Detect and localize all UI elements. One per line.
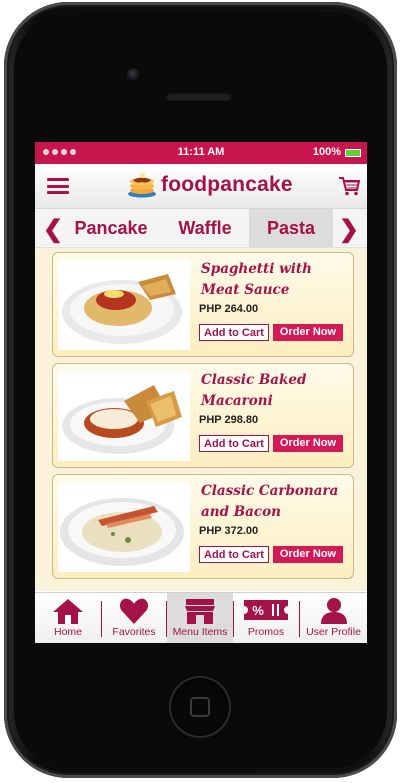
menu-card: Classic Carbonara and Bacon PHP 372.00 A…: [52, 474, 354, 579]
chevron-left-icon[interactable]: ❮: [43, 215, 63, 244]
order-now-button[interactable]: Order Now: [273, 324, 343, 341]
user-icon: [320, 598, 347, 624]
dish-price: PHP 372.00: [199, 525, 259, 537]
battery-percentage: 100%: [312, 146, 341, 158]
baked-macaroni-photo: [58, 371, 190, 461]
tabbar-label: Promos: [247, 626, 285, 638]
dish-name: Spaghetti with Meat Sauce: [201, 261, 312, 298]
tabbar-home[interactable]: Home: [35, 593, 101, 643]
camera-icon: [127, 68, 141, 82]
order-now-button[interactable]: Order Now: [273, 435, 343, 452]
tabbar-user-profile[interactable]: User Profile: [300, 593, 367, 643]
tabbar-label: Home: [53, 626, 82, 638]
dish-name: Classic Carbonara and Bacon: [201, 483, 339, 520]
store-icon: [185, 599, 215, 624]
chevron-right-icon[interactable]: ❯: [339, 215, 359, 244]
dish-name: Classic Baked Macaroni: [201, 372, 307, 409]
tabbar-menu-items[interactable]: Menu Items: [167, 593, 233, 643]
add-to-cart-button[interactable]: Add to Cart: [199, 546, 269, 563]
menu-list: Spaghetti with Meat Sauce PHP 264.00 Add…: [35, 248, 367, 591]
cart-icon[interactable]: [338, 175, 360, 197]
dish-price: PHP 264.00: [199, 303, 259, 315]
heart-icon: [119, 598, 149, 624]
tabbar-label: Favorites: [112, 626, 156, 638]
menu-card: Spaghetti with Meat Sauce PHP 264.00 Add…: [52, 252, 354, 357]
tab-pasta[interactable]: Pasta: [249, 209, 333, 247]
speaker-grille: [166, 92, 232, 101]
home-icon: [53, 599, 83, 624]
ticket-icon: %: [244, 600, 288, 620]
carbonara-photo: [58, 482, 190, 572]
home-button-icon: [190, 697, 210, 717]
bottom-tab-bar: Home Favorites Menu Items % Promos User …: [35, 592, 367, 643]
spaghetti-photo: [58, 260, 190, 350]
tab-waffle[interactable]: Waffle: [163, 209, 247, 247]
add-to-cart-button[interactable]: Add to Cart: [199, 435, 269, 452]
battery-icon: [345, 149, 361, 157]
category-tabs: ❮ Pancake Waffle Pasta ❯: [35, 209, 367, 248]
brand-logo: foodpancake: [127, 172, 293, 198]
menu-card: Classic Baked Macaroni PHP 298.80 Add to…: [52, 363, 354, 468]
status-bar: 11:11 AM 100%: [35, 142, 367, 164]
svg-text:%: %: [252, 603, 264, 618]
brand-name: foodpancake: [161, 173, 293, 196]
tabbar-promos[interactable]: % Promos: [234, 593, 298, 643]
pancake-logo-icon: [128, 174, 156, 198]
dish-price: PHP 298.80: [199, 414, 259, 426]
menu-icon[interactable]: [47, 178, 69, 194]
tabbar-label: User Profile: [306, 626, 361, 638]
app-header: foodpancake: [35, 164, 367, 209]
app-screen: 11:11 AM 100% foodpancake ❮ Pancake Waff…: [35, 142, 367, 643]
order-now-button[interactable]: Order Now: [273, 546, 343, 563]
tabbar-favorites[interactable]: Favorites: [102, 593, 166, 643]
tab-pancake[interactable]: Pancake: [71, 209, 151, 247]
add-to-cart-button[interactable]: Add to Cart: [199, 324, 269, 341]
tabbar-label: Menu Items: [172, 626, 228, 638]
